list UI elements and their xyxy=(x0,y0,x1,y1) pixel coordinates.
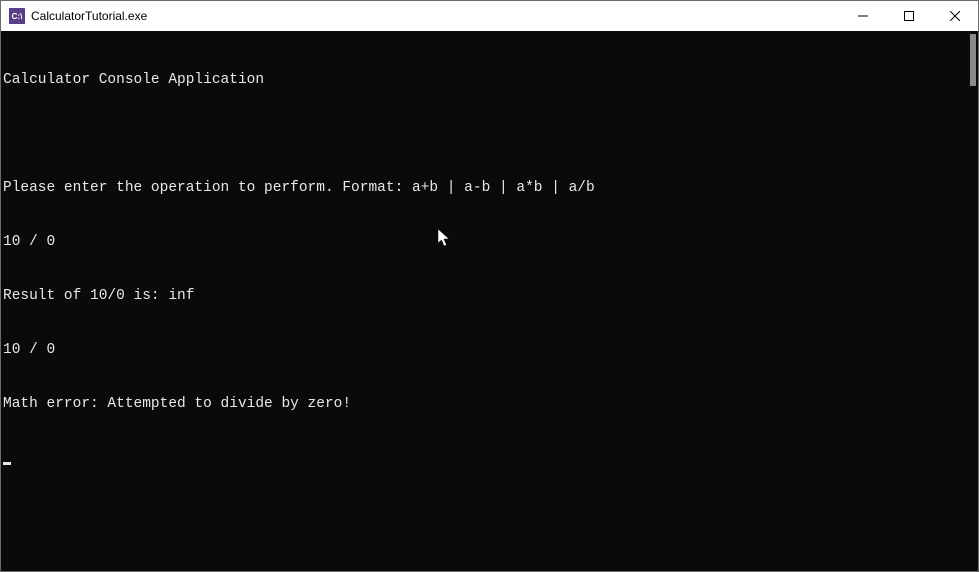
titlebar[interactable]: C:\ CalculatorTutorial.exe xyxy=(1,1,978,31)
window-title: CalculatorTutorial.exe xyxy=(31,9,147,23)
console-area[interactable]: Calculator Console Application Please en… xyxy=(1,31,978,571)
console-line: Result of 10/0 is: inf xyxy=(3,287,976,305)
maximize-button[interactable] xyxy=(886,1,932,31)
maximize-icon xyxy=(904,11,914,21)
cursor-icon xyxy=(3,462,11,465)
console-line xyxy=(3,125,976,143)
console-line: 10 / 0 xyxy=(3,233,976,251)
app-icon: C:\ xyxy=(9,8,25,24)
close-button[interactable] xyxy=(932,1,978,31)
close-icon xyxy=(950,11,960,21)
scrollbar-thumb[interactable] xyxy=(970,34,976,86)
minimize-button[interactable] xyxy=(840,1,886,31)
console-cursor-line xyxy=(3,449,976,467)
console-output: Calculator Console Application Please en… xyxy=(1,31,978,507)
application-window: C:\ CalculatorTutorial.exe Calculator Co… xyxy=(0,0,979,572)
console-line: Please enter the operation to perform. F… xyxy=(3,179,976,197)
window-controls xyxy=(840,1,978,31)
console-line: Calculator Console Application xyxy=(3,71,976,89)
console-line: 10 / 0 xyxy=(3,341,976,359)
minimize-icon xyxy=(858,11,868,21)
console-line: Math error: Attempted to divide by zero! xyxy=(3,395,976,413)
